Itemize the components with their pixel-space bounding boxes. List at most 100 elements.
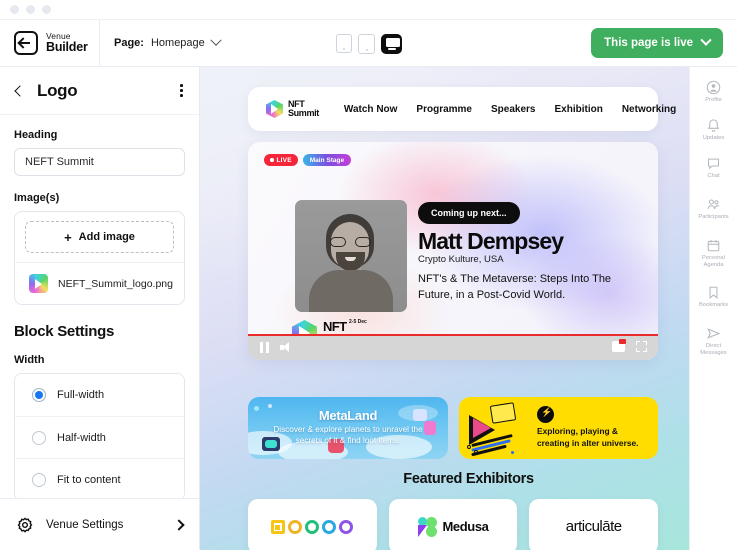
width-radio-group: Full-width Half-width Fit to content <box>14 373 185 498</box>
exhibitor-name-medusa: Medusa <box>442 519 489 534</box>
rail-item-personal-agenda[interactable]: Personal Agenda <box>690 231 737 275</box>
speaker-organization: Crypto Kulture, USA <box>418 254 504 265</box>
block-settings-title: Block Settings <box>14 323 114 340</box>
radio-unselected-icon <box>32 430 46 445</box>
live-badge-label: LIVE <box>276 156 292 164</box>
panel-header: Logo <box>0 67 199 115</box>
rail-item-updates[interactable]: Updates <box>690 111 737 149</box>
rail-label-updates: Updates <box>702 135 725 142</box>
chevron-down-icon <box>210 34 222 46</box>
page-live-button[interactable]: This page is live <box>591 28 723 58</box>
kebab-menu-icon[interactable] <box>180 84 183 97</box>
rail-label-personal-agenda: Personal Agenda <box>702 254 725 268</box>
video-player-controls <box>248 334 658 360</box>
promo-banner-metaland[interactable]: MetaLand Discover & explore planets to u… <box>248 397 448 459</box>
rail-label-participants: Participants <box>698 214 729 221</box>
promo-artwork <box>465 401 533 457</box>
fullscreen-icon[interactable] <box>636 341 647 352</box>
live-dot-icon <box>270 158 274 162</box>
nav-item-speakers[interactable]: Speakers <box>491 104 535 115</box>
hero-badges: LIVE Main Stage <box>264 154 352 166</box>
heading-label: Heading <box>14 129 58 141</box>
exhibitor-card-medusa[interactable]: Medusa <box>388 499 518 550</box>
speaker-photo <box>295 200 407 312</box>
venue-settings-row[interactable]: Venue Settings <box>0 498 199 550</box>
stage-badge: Main Stage <box>302 154 352 166</box>
window-close-dot[interactable] <box>10 5 19 14</box>
hero-video-block: LIVE Main Stage Coming up next... Matt D… <box>248 142 658 360</box>
width-option-label: Fit to content <box>57 473 121 486</box>
bolt-icon <box>537 406 554 423</box>
device-desktop-icon[interactable] <box>381 33 402 54</box>
device-mobile-icon[interactable] <box>336 34 352 53</box>
exhibitor-card-logo[interactable] <box>248 499 377 550</box>
gear-icon <box>17 516 33 533</box>
images-label: Image(s) <box>14 192 60 204</box>
device-tablet-icon[interactable] <box>358 33 375 54</box>
page-label: Page: <box>114 37 144 49</box>
featured-exhibitors-title: Featured Exhibitors <box>403 471 534 487</box>
radio-selected-icon <box>32 388 46 402</box>
preview-right-rail: Profile Updates Chat Participants Person… <box>689 67 737 550</box>
add-image-button[interactable]: + Add image <box>25 221 174 253</box>
venue-settings-label: Venue Settings <box>46 518 124 531</box>
promo-banner-alter-universe[interactable]: Exploring, playing & creating in alter u… <box>459 397 658 459</box>
profile-icon <box>706 80 721 95</box>
rail-label-bookmarks: Bookmarks <box>699 302 728 309</box>
nft-summit-logo-icon <box>266 100 283 118</box>
venue-builder-brand[interactable]: Venue Builder <box>0 19 100 67</box>
width-label: Width <box>14 354 45 366</box>
image-list-item[interactable]: NEFT_Summit_logo.png <box>15 262 184 304</box>
radio-unselected-icon <box>32 472 46 487</box>
brand-line-2: Builder <box>46 39 88 54</box>
heading-input[interactable] <box>14 148 185 176</box>
rail-label-direct-messages: Direct Messages <box>700 342 727 356</box>
panel-body: Heading Image(s) + Add image NEFT_Summit… <box>0 115 199 498</box>
chevron-left-icon[interactable] <box>14 84 26 97</box>
pause-icon[interactable] <box>260 342 269 353</box>
bookmark-icon <box>709 286 718 300</box>
window-titlebar <box>0 0 737 20</box>
rail-item-participants[interactable]: Participants <box>690 187 737 231</box>
coming-up-next-pill: Coming up next... <box>418 202 520 224</box>
width-option-label: Full-width <box>57 389 105 401</box>
rail-item-chat[interactable]: Chat <box>690 149 737 187</box>
rail-item-bookmarks[interactable]: Bookmarks <box>690 275 737 319</box>
nav-item-programme[interactable]: Programme <box>416 104 472 115</box>
hero-logo-date: 2-5 Dec <box>349 319 367 326</box>
live-badge: LIVE <box>264 154 298 166</box>
talk-title: NFT's & The Metaverse: Steps Into The Fu… <box>418 273 612 301</box>
page-selector[interactable]: Page: Homepage <box>100 34 222 49</box>
exhibitor-name-articulate: articulāte <box>565 518 622 535</box>
width-option-fit[interactable]: Fit to content <box>15 458 184 498</box>
rail-label-chat: Chat <box>707 173 720 180</box>
logo-wordmark-icon <box>271 519 354 534</box>
nav-item-networking[interactable]: Networking <box>622 104 676 115</box>
add-image-label: Add image <box>78 231 135 243</box>
top-toolbar: Venue Builder Page: Homepage This page i… <box>0 19 737 67</box>
page-live-label: This page is live <box>604 37 693 49</box>
exhibitor-card-articulate[interactable]: articulāte <box>529 499 659 550</box>
promo-title-metaland: MetaLand <box>318 408 378 423</box>
window-maximize-dot[interactable] <box>42 5 51 14</box>
medusa-logo-icon <box>417 516 438 537</box>
chevron-down-icon <box>700 34 712 46</box>
preview-navbar: NFT Summit Watch Now Programme Speakers … <box>248 87 676 131</box>
rail-item-direct-messages[interactable]: Direct Messages <box>690 319 737 363</box>
preview-logo[interactable]: NFT Summit <box>266 100 319 118</box>
rail-item-profile[interactable]: Profile <box>690 73 737 111</box>
video-progress-bar[interactable] <box>248 334 658 336</box>
width-option-half[interactable]: Half-width <box>15 416 184 458</box>
chat-icon <box>707 158 720 170</box>
device-preview-toggle <box>336 20 402 67</box>
featured-exhibitors-row: Medusa articulāte <box>248 499 659 550</box>
nav-item-watch-now[interactable]: Watch Now <box>344 104 398 115</box>
volume-icon[interactable] <box>280 342 292 353</box>
window-minimize-dot[interactable] <box>26 5 35 14</box>
nav-item-exhibition[interactable]: Exhibition <box>554 104 602 115</box>
promo-subtitle-alter: Exploring, playing & creating in alter u… <box>537 426 639 448</box>
panel-title: Logo <box>37 80 78 100</box>
width-option-label: Half-width <box>57 431 106 444</box>
captions-icon[interactable] <box>612 339 626 352</box>
width-option-full[interactable]: Full-width <box>15 374 184 416</box>
